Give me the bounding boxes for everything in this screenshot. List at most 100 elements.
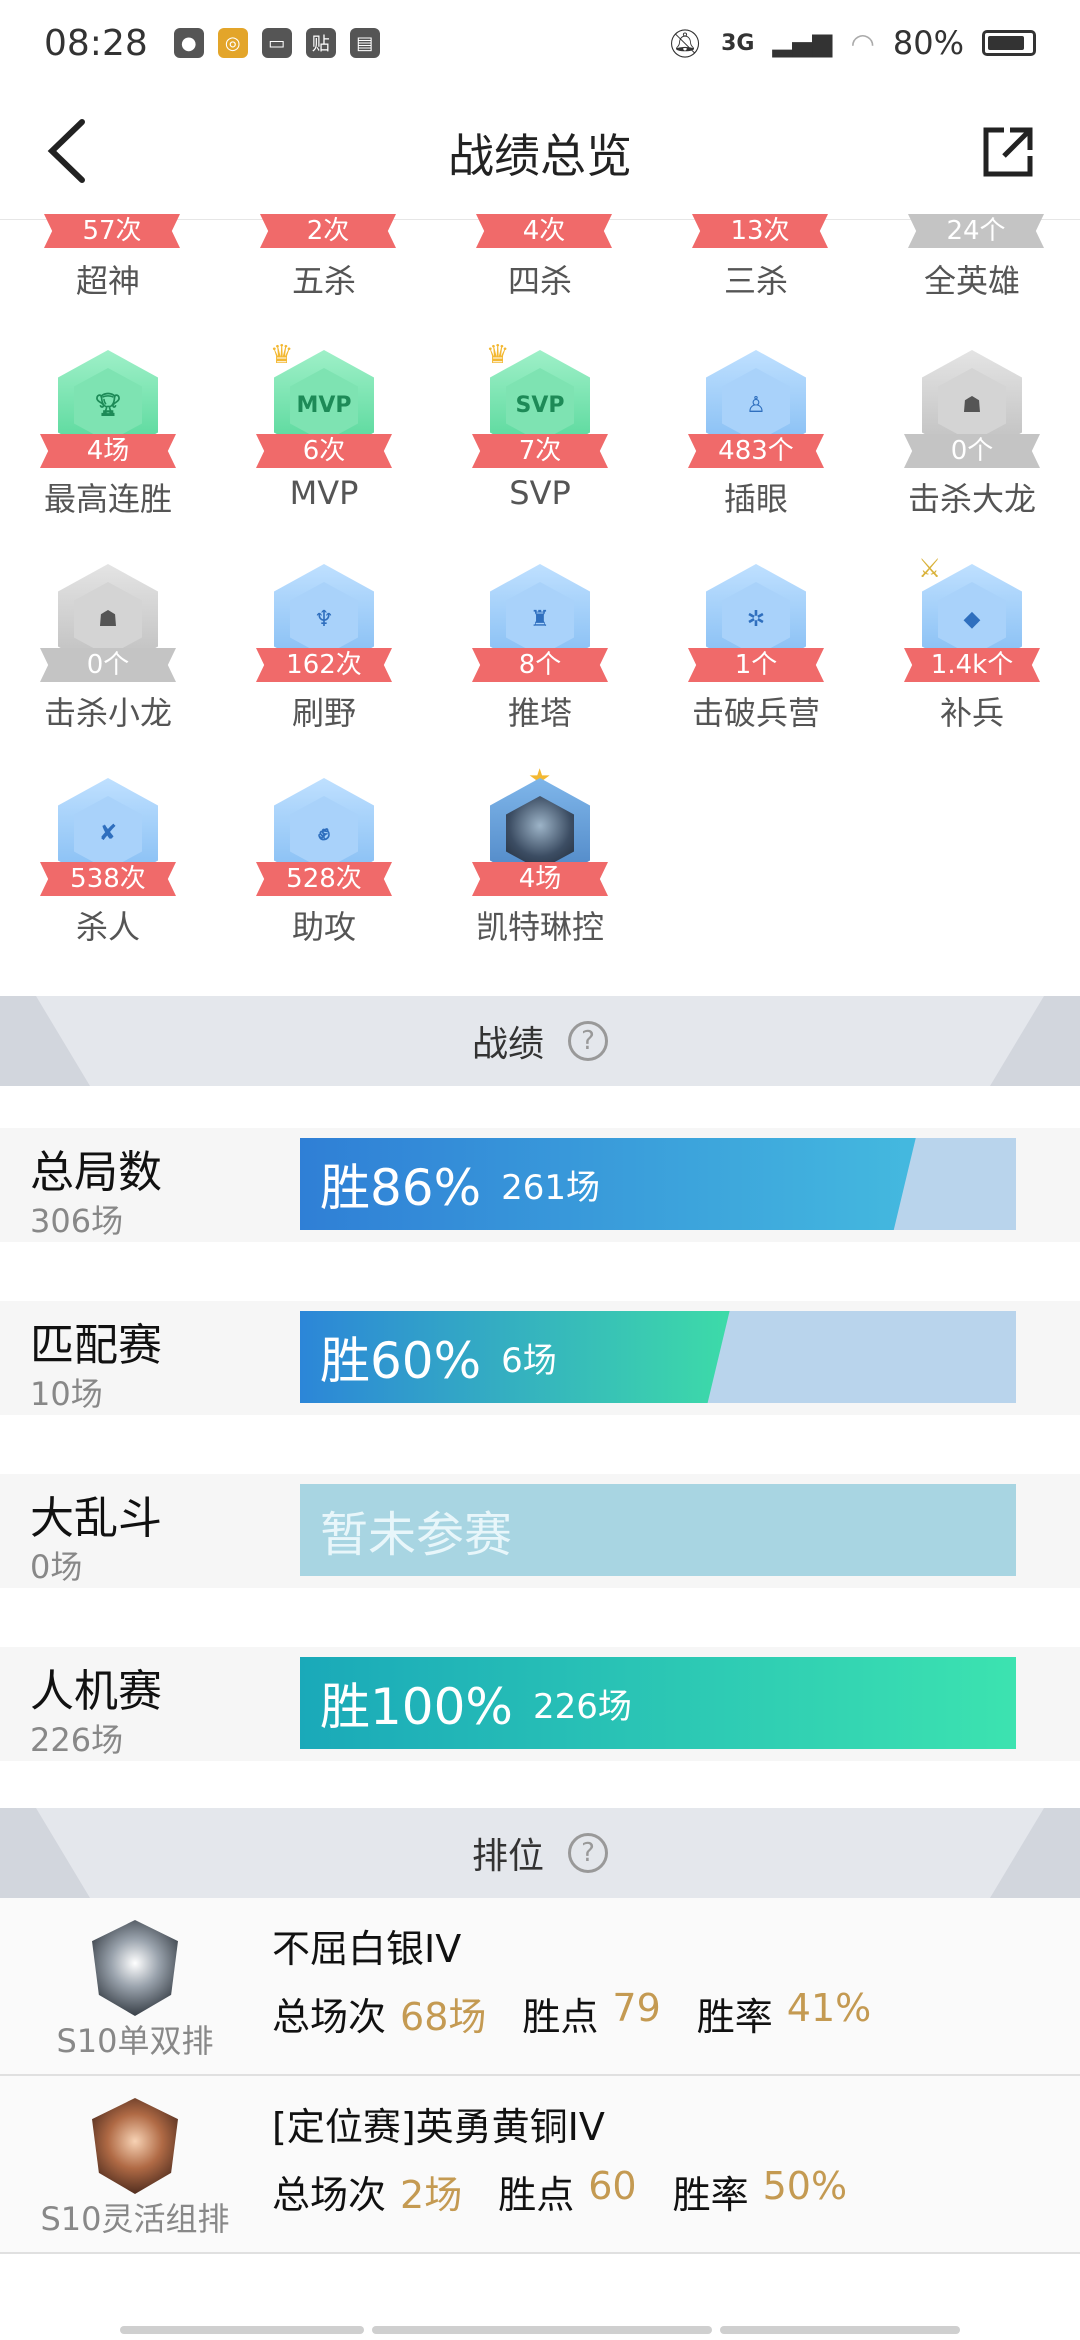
rank-row[interactable]: S10单双排 不屈白银IV 总场次 68场 胜点 79 胜率 41% (0, 1898, 1080, 2076)
svp-icon: SVP (506, 368, 574, 442)
count-ribbon: 0个 (904, 434, 1040, 468)
record-row[interactable]: 人机赛 226场 胜100% 226场 (0, 1647, 1080, 1761)
count-ribbon: 6次 (256, 434, 392, 468)
achievement-item[interactable]: 24个 全英雄 (864, 212, 1080, 302)
mvp-icon: MVP (290, 368, 358, 442)
achievement-item[interactable]: ☗ 0个 击杀大龙 (864, 346, 1080, 520)
rate-label: 胜率 (672, 2173, 749, 2217)
back-arrow-icon[interactable] (40, 116, 100, 186)
trophy-icon: 🏆︎ (74, 368, 142, 442)
achievement-item[interactable]: 🏆︎ 4场 最高连胜 (0, 346, 216, 520)
count-ribbon: 2次 (260, 214, 396, 248)
record-name: 人机赛 (30, 1666, 162, 1717)
network-indicator: 3G (721, 30, 755, 56)
record-total: 226场 (30, 1721, 124, 1759)
achievement-item[interactable]: ✲ 1个 击破兵营 (648, 560, 864, 734)
rank-section-header: 排位 ? (0, 1808, 1080, 1898)
battery-level: 80% (892, 24, 964, 62)
help-icon[interactable]: ? (568, 1021, 608, 1061)
message-icon: ● (173, 28, 204, 58)
count-ribbon: 4场 (472, 862, 608, 896)
count-ribbon: 528次 (256, 862, 392, 896)
app-notification-icon: ◎ (217, 28, 248, 58)
assist-icon: ✊︎ (290, 796, 358, 870)
count-ribbon: 57次 (44, 214, 180, 248)
total-label: 总场次 (272, 2173, 387, 2217)
crown-icon: ♛ (486, 340, 510, 370)
count-ribbon: 483个 (688, 434, 824, 468)
achievement-item[interactable]: 4次 四杀 (432, 212, 648, 302)
achievement-item[interactable]: 13次 三杀 (648, 212, 864, 302)
battery-icon (982, 30, 1036, 56)
achievement-item[interactable]: ♙ 483个 插眼 (648, 346, 864, 520)
achievement-item[interactable]: ★4场 凯特琳控 (432, 764, 648, 948)
jungle-icon: ♆ (290, 582, 358, 656)
win-count: 226场 (532, 1686, 632, 1727)
win-rate-bar: 胜86% 261场 (300, 1138, 1016, 1230)
record-section-header: 战绩 ? (0, 996, 1080, 1086)
minion-icon: ◆ (938, 582, 1006, 656)
achievement-label: 三杀 (723, 262, 788, 300)
help-icon[interactable]: ? (568, 1833, 608, 1873)
points-label: 胜点 (498, 2173, 575, 2217)
rank-tier: 不屈白银IV (272, 1927, 462, 1971)
total-value: 2场 (400, 2173, 463, 2217)
achievement-label: 击杀大龙 (907, 480, 1036, 518)
achievement-item[interactable]: 57次 超神 (0, 212, 216, 302)
record-row[interactable]: 总局数 306场 胜86% 261场 (0, 1128, 1080, 1242)
section-title: 排位 (471, 1836, 544, 1877)
achievement-item[interactable]: ☗ 0个 击杀小龙 (0, 560, 216, 734)
record-total: 306场 (30, 1202, 124, 1240)
achievement-item[interactable]: 2次五杀 (216, 212, 432, 302)
win-rate-label: 胜100% (320, 1678, 513, 1736)
achievement-label: 五杀 (291, 262, 356, 300)
achievement-item[interactable]: ♛ SVP 7次 SVP (432, 340, 648, 512)
win-rate-label: 胜86% (320, 1159, 482, 1217)
app-bar: 战绩总览 (0, 86, 1080, 220)
scroll-indicator (720, 2326, 960, 2334)
record-name: 匹配赛 (30, 1320, 162, 1371)
achievement-item[interactable]: ✘ 538次 杀人 (0, 774, 216, 948)
record-name: 大乱斗 (30, 1493, 162, 1544)
achievement-label: 击杀小龙 (43, 694, 172, 732)
rank-stats: 总场次 68场 胜点 79 胜率 41% (272, 1986, 907, 2041)
count-ribbon: 1.4k个 (904, 648, 1040, 682)
total-label: 总场次 (272, 1995, 387, 2039)
rank-row[interactable]: S10灵活组排 [定位赛]英勇黄铜IV 总场次 2场 胜点 60 胜率 50% (0, 2076, 1080, 2254)
share-icon[interactable] (980, 124, 1036, 180)
rank-tier: [定位赛]英勇黄铜IV (272, 2105, 605, 2149)
sword-icon: ⚔ (918, 554, 942, 584)
win-rate-bar: 暂未参赛 (300, 1484, 1016, 1576)
points-value: 79 (612, 1986, 661, 2030)
count-ribbon: 1个 (688, 648, 824, 682)
scroll-indicator (372, 2326, 712, 2334)
crown-icon: ♛ (270, 340, 294, 370)
achievement-item[interactable]: ♜ 8个 推塔 (432, 560, 648, 734)
win-count: 6场 (501, 1340, 557, 1381)
achievement-item[interactable]: ♆ 162次 刷野 (216, 560, 432, 734)
count-ribbon: 24个 (908, 214, 1044, 248)
record-row[interactable]: 大乱斗 0场 暂未参赛 (0, 1474, 1080, 1588)
barracks-icon: ✲ (722, 582, 790, 656)
count-ribbon: 4场 (40, 434, 176, 468)
achievement-item[interactable]: ♛ MVP 6次 MVP (216, 340, 432, 512)
rate-value: 50% (762, 2164, 848, 2208)
count-ribbon: 538次 (40, 862, 176, 896)
win-rate-bar: 胜100% 226场 (300, 1657, 1016, 1749)
mute-icon: 🔕︎ (667, 26, 704, 60)
record-row[interactable]: 匹配赛 10场 胜60% 6场 (0, 1301, 1080, 1415)
scroll-indicator (120, 2326, 364, 2334)
achievement-label: 杀人 (75, 908, 140, 946)
champion-portrait (506, 796, 574, 870)
achievement-item[interactable]: ✊︎ 528次 助攻 (216, 774, 432, 948)
dragon-icon: ☗ (74, 582, 142, 656)
rank-mode: S10灵活组排 (40, 2200, 230, 2238)
win-count: 261场 (501, 1167, 601, 1208)
count-ribbon: 7次 (472, 434, 608, 468)
bronze-rank-emblem (92, 2098, 178, 2194)
count-ribbon: 4次 (476, 214, 612, 248)
book-icon: ▤ (349, 28, 380, 58)
achievement-item[interactable]: ⚔ ◆ 1.4k个 补兵 (864, 554, 1080, 734)
tieba-icon: 贴 (305, 28, 336, 58)
count-ribbon: 0个 (40, 648, 176, 682)
